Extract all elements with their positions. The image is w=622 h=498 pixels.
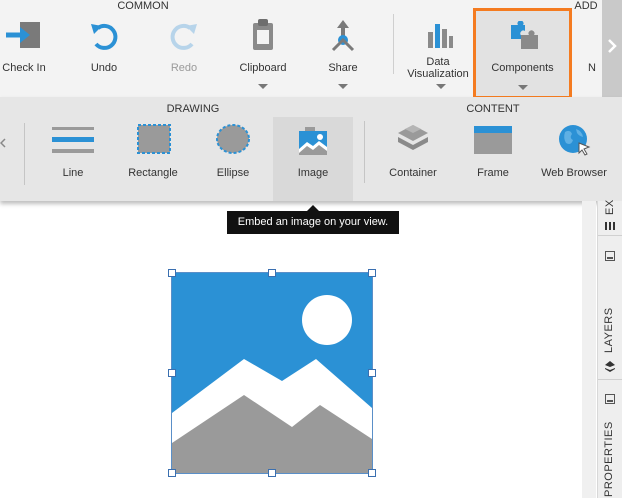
container-tool-label: Container <box>389 167 437 179</box>
check-in-button[interactable]: Check In <box>0 12 48 84</box>
data-visualization-label-line2: Visualization <box>407 68 469 80</box>
placeholder-image-graphic <box>172 273 372 473</box>
resize-handle-bottom[interactable] <box>268 469 276 477</box>
clipboard-label: Clipboard <box>239 62 287 74</box>
rectangle-tool-button[interactable]: Rectangle <box>122 121 184 187</box>
undo-button[interactable]: Undo <box>78 12 130 84</box>
rectangle-icon <box>137 124 171 154</box>
data-visualization-dropdown-caret[interactable] <box>436 84 446 89</box>
resize-handle-bottom-right[interactable] <box>368 469 376 477</box>
resize-handle-left[interactable] <box>168 369 176 377</box>
frame-icon <box>474 126 512 154</box>
ellipse-icon <box>216 124 250 154</box>
layers-icon <box>605 361 615 372</box>
panel-minimize-icon <box>605 251 615 261</box>
clipboard-icon <box>253 19 273 50</box>
group-label-common: COMMON <box>117 0 169 12</box>
resize-handle-top-left[interactable] <box>168 269 176 277</box>
check-in-label: Check In <box>2 62 46 74</box>
ribbon-scroll-left-button[interactable] <box>0 135 6 148</box>
puzzle-icon <box>511 21 538 49</box>
container-tool-button[interactable]: Container <box>382 121 444 187</box>
ribbon-insert: DRAWING CONTENT Line Rectangle Ellipse I… <box>0 97 622 201</box>
data-visualization-label-line1: Data <box>426 56 450 68</box>
undo-icon <box>91 23 118 50</box>
clipboard-dropdown-caret[interactable] <box>258 84 268 89</box>
side-tab-properties[interactable]: PROPERTIES <box>598 386 622 498</box>
canvas-scrollbar[interactable] <box>582 201 596 498</box>
web-browser-tool-label: Web Browser <box>541 167 607 179</box>
data-visualization-button[interactable]: Data Visualization <box>402 12 474 94</box>
line-tool-button[interactable]: Line <box>44 121 102 187</box>
redo-button[interactable]: Redo <box>158 12 210 84</box>
group-label-content: CONTENT <box>466 103 520 115</box>
chevron-left-icon <box>0 138 6 148</box>
check-in-icon <box>6 22 40 48</box>
globe-icon <box>559 125 591 156</box>
chevron-right-icon <box>608 39 617 53</box>
resize-handle-right[interactable] <box>368 369 376 377</box>
image-tool-tooltip: Embed an image on your view. <box>227 205 399 234</box>
container-icon <box>398 125 428 150</box>
share-icon <box>331 20 355 52</box>
components-label: Components <box>491 62 554 74</box>
share-button[interactable]: Share <box>316 12 370 94</box>
components-dropdown-caret[interactable] <box>518 85 528 90</box>
web-browser-tool-button[interactable]: Web Browser <box>538 121 610 187</box>
separator <box>393 14 394 74</box>
panel-minimize-icon <box>605 394 615 404</box>
side-tab-explorer-label: EX <box>604 199 616 215</box>
share-label: Share <box>328 62 358 74</box>
ribbon-top: COMMON ADD Check In Undo Redo Clipboard … <box>0 0 622 99</box>
group-label-add: ADD <box>574 0 598 12</box>
ellipse-tool-button[interactable]: Ellipse <box>202 121 264 187</box>
database-icon <box>605 222 615 230</box>
frame-tool-button[interactable]: Frame <box>462 121 524 187</box>
image-tool-button[interactable]: Image <box>273 117 353 201</box>
separator <box>24 123 25 185</box>
rectangle-tool-label: Rectangle <box>128 167 178 179</box>
image-tool-label: Image <box>297 167 329 179</box>
clipboard-button[interactable]: Clipboard <box>234 12 292 94</box>
image-icon <box>299 127 327 155</box>
ribbon-scroll-right-button[interactable] <box>602 0 622 97</box>
resize-handle-top-right[interactable] <box>368 269 376 277</box>
components-button[interactable]: Components <box>473 8 572 99</box>
resize-handle-bottom-left[interactable] <box>168 469 176 477</box>
side-tab-layers-label: LAYERS <box>603 307 615 353</box>
side-tab-properties-label: PROPERTIES <box>603 421 615 497</box>
redo-label: Redo <box>170 62 198 74</box>
redo-icon <box>170 23 197 50</box>
separator <box>364 121 365 183</box>
undo-label: Undo <box>90 62 118 74</box>
next-item-partial-label: N <box>588 62 596 74</box>
line-icon <box>52 127 94 153</box>
line-tool-label: Line <box>62 167 84 179</box>
side-tab-layers[interactable]: LAYERS <box>598 241 622 380</box>
group-label-drawing: DRAWING <box>166 103 220 115</box>
bar-chart-icon <box>428 24 453 48</box>
frame-tool-label: Frame <box>477 167 509 179</box>
share-dropdown-caret[interactable] <box>338 84 348 89</box>
side-tab-explorer[interactable]: EX <box>598 199 622 236</box>
resize-handle-top[interactable] <box>268 269 276 277</box>
canvas-image-component[interactable] <box>168 269 376 477</box>
ellipse-tool-label: Ellipse <box>216 167 250 179</box>
side-panel-tabs: EX LAYERS PROPERTIES <box>597 199 622 498</box>
